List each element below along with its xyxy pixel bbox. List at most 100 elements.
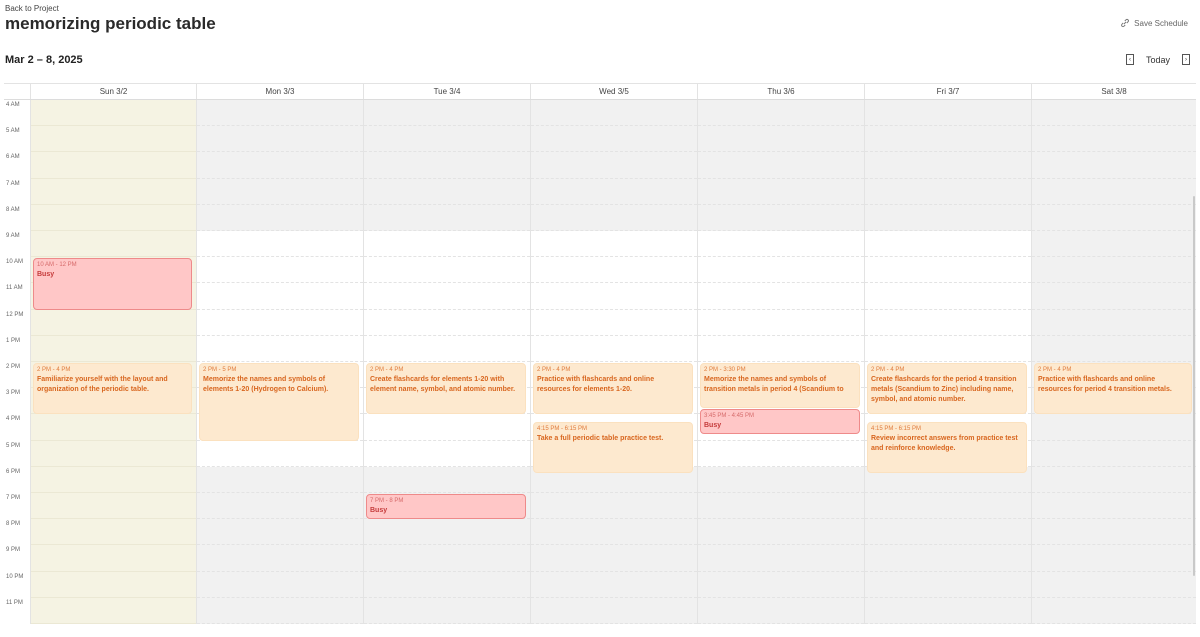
hour-slot[interactable]	[364, 283, 530, 310]
hour-slot[interactable]	[698, 152, 864, 179]
hour-slot[interactable]	[531, 126, 697, 153]
hour-slot[interactable]	[698, 100, 864, 127]
hour-slot[interactable]	[364, 571, 530, 598]
hour-slot[interactable]	[197, 283, 363, 310]
hour-slot[interactable]	[531, 310, 697, 336]
hour-slot[interactable]	[197, 126, 363, 153]
hour-slot[interactable]	[31, 545, 196, 572]
hour-slot[interactable]	[364, 231, 530, 258]
hour-slot[interactable]	[1032, 335, 1196, 362]
hour-slot[interactable]	[364, 466, 530, 493]
hour-slot[interactable]	[1032, 204, 1196, 231]
prev-week-button[interactable]: ‹	[1125, 54, 1134, 65]
hour-slot[interactable]	[31, 440, 196, 467]
hour-slot[interactable]	[364, 414, 530, 441]
hour-slot[interactable]	[698, 545, 864, 572]
hour-slot[interactable]	[865, 597, 1031, 624]
hour-slot[interactable]	[364, 100, 530, 127]
hour-slot[interactable]	[31, 309, 196, 336]
hour-slot[interactable]	[531, 519, 697, 546]
hour-slot[interactable]	[1032, 414, 1196, 441]
hour-slot[interactable]	[197, 441, 363, 467]
hour-slot[interactable]	[364, 126, 530, 153]
task-event[interactable]: 2 PM - 4 PM Create flashcards for the per…	[867, 363, 1027, 415]
hour-slot[interactable]	[531, 257, 697, 284]
task-event[interactable]: 4:15 PM - 6:15 PM Take a full periodic ta…	[533, 421, 693, 474]
hour-slot[interactable]	[531, 100, 697, 127]
hour-slot[interactable]	[31, 597, 196, 624]
task-event[interactable]: 4:15 PM - 6:15 PM Review incorrect answer…	[867, 421, 1027, 474]
hour-slot[interactable]	[698, 257, 864, 284]
task-event[interactable]: 2 PM - 4 PM Practice with flashcards and …	[1034, 363, 1192, 415]
busy-event[interactable]: 7 PM - 8 PM Busy	[366, 494, 526, 520]
hour-slot[interactable]	[531, 283, 697, 310]
next-week-button[interactable]: ›	[1182, 54, 1190, 65]
hour-slot[interactable]	[31, 519, 196, 546]
hour-slot[interactable]	[865, 571, 1031, 598]
hour-slot[interactable]	[531, 571, 697, 598]
hour-slot[interactable]	[698, 231, 864, 258]
hour-slot[interactable]	[531, 493, 697, 520]
hour-slot[interactable]	[364, 204, 530, 231]
hour-slot[interactable]	[31, 335, 196, 362]
hour-slot[interactable]	[1032, 309, 1196, 336]
hour-slot[interactable]	[197, 493, 363, 520]
hour-slot[interactable]	[1032, 493, 1196, 520]
hour-slot[interactable]	[197, 519, 363, 546]
hour-slot[interactable]	[865, 152, 1031, 179]
hour-slot[interactable]	[865, 126, 1031, 153]
hour-slot[interactable]	[865, 257, 1031, 284]
hour-slot[interactable]	[31, 178, 196, 205]
hour-slot[interactable]	[698, 283, 864, 310]
task-event[interactable]: 2 PM - 4 PM Familiarize yourself with the…	[33, 363, 192, 415]
hour-slot[interactable]	[364, 257, 530, 284]
hour-slot[interactable]	[197, 545, 363, 572]
back-to-project-link[interactable]: Back to Project	[5, 4, 59, 13]
hour-slot[interactable]	[364, 545, 530, 572]
hour-slot[interactable]	[364, 336, 530, 362]
hour-slot[interactable]	[1032, 257, 1196, 284]
today-button[interactable]: Today	[1146, 55, 1170, 65]
hour-slot[interactable]	[1032, 126, 1196, 153]
task-event[interactable]: 2 PM - 4 PM Practice with flashcards and …	[533, 363, 693, 415]
hour-slot[interactable]	[31, 571, 196, 598]
hour-slot[interactable]	[197, 204, 363, 231]
hour-slot[interactable]	[698, 466, 864, 493]
hour-slot[interactable]	[197, 178, 363, 205]
hour-slot[interactable]	[865, 519, 1031, 546]
hour-slot[interactable]	[197, 336, 363, 362]
hour-slot[interactable]	[865, 283, 1031, 310]
hour-slot[interactable]	[31, 231, 196, 258]
hour-slot[interactable]	[1032, 152, 1196, 179]
hour-slot[interactable]	[197, 152, 363, 179]
busy-event[interactable]: 10 AM - 12 PM Busy	[33, 258, 192, 310]
hour-slot[interactable]	[364, 597, 530, 624]
hour-slot[interactable]	[197, 257, 363, 284]
hour-slot[interactable]	[698, 597, 864, 624]
task-event[interactable]: 2 PM - 3:30 PM Memorize the names and sym…	[700, 363, 860, 408]
hour-slot[interactable]	[197, 310, 363, 336]
save-schedule-button[interactable]: Save Schedule	[1120, 18, 1188, 28]
hour-slot[interactable]	[698, 310, 864, 336]
hour-slot[interactable]	[197, 597, 363, 624]
hour-slot[interactable]	[865, 336, 1031, 362]
hour-slot[interactable]	[364, 519, 530, 546]
hour-slot[interactable]	[364, 441, 530, 467]
hour-slot[interactable]	[1032, 597, 1196, 624]
hour-slot[interactable]	[1032, 519, 1196, 546]
hour-slot[interactable]	[531, 597, 697, 624]
hour-slot[interactable]	[698, 441, 864, 467]
hour-slot[interactable]	[31, 493, 196, 520]
hour-slot[interactable]	[1032, 178, 1196, 205]
hour-slot[interactable]	[531, 545, 697, 572]
hour-slot[interactable]	[531, 204, 697, 231]
hour-slot[interactable]	[698, 204, 864, 231]
scrollbar-thumb[interactable]	[1193, 196, 1195, 576]
hour-slot[interactable]	[698, 519, 864, 546]
hour-slot[interactable]	[865, 310, 1031, 336]
hour-slot[interactable]	[865, 100, 1031, 127]
hour-slot[interactable]	[364, 152, 530, 179]
hour-slot[interactable]	[865, 204, 1031, 231]
hour-slot[interactable]	[1032, 283, 1196, 310]
hour-slot[interactable]	[31, 152, 196, 179]
